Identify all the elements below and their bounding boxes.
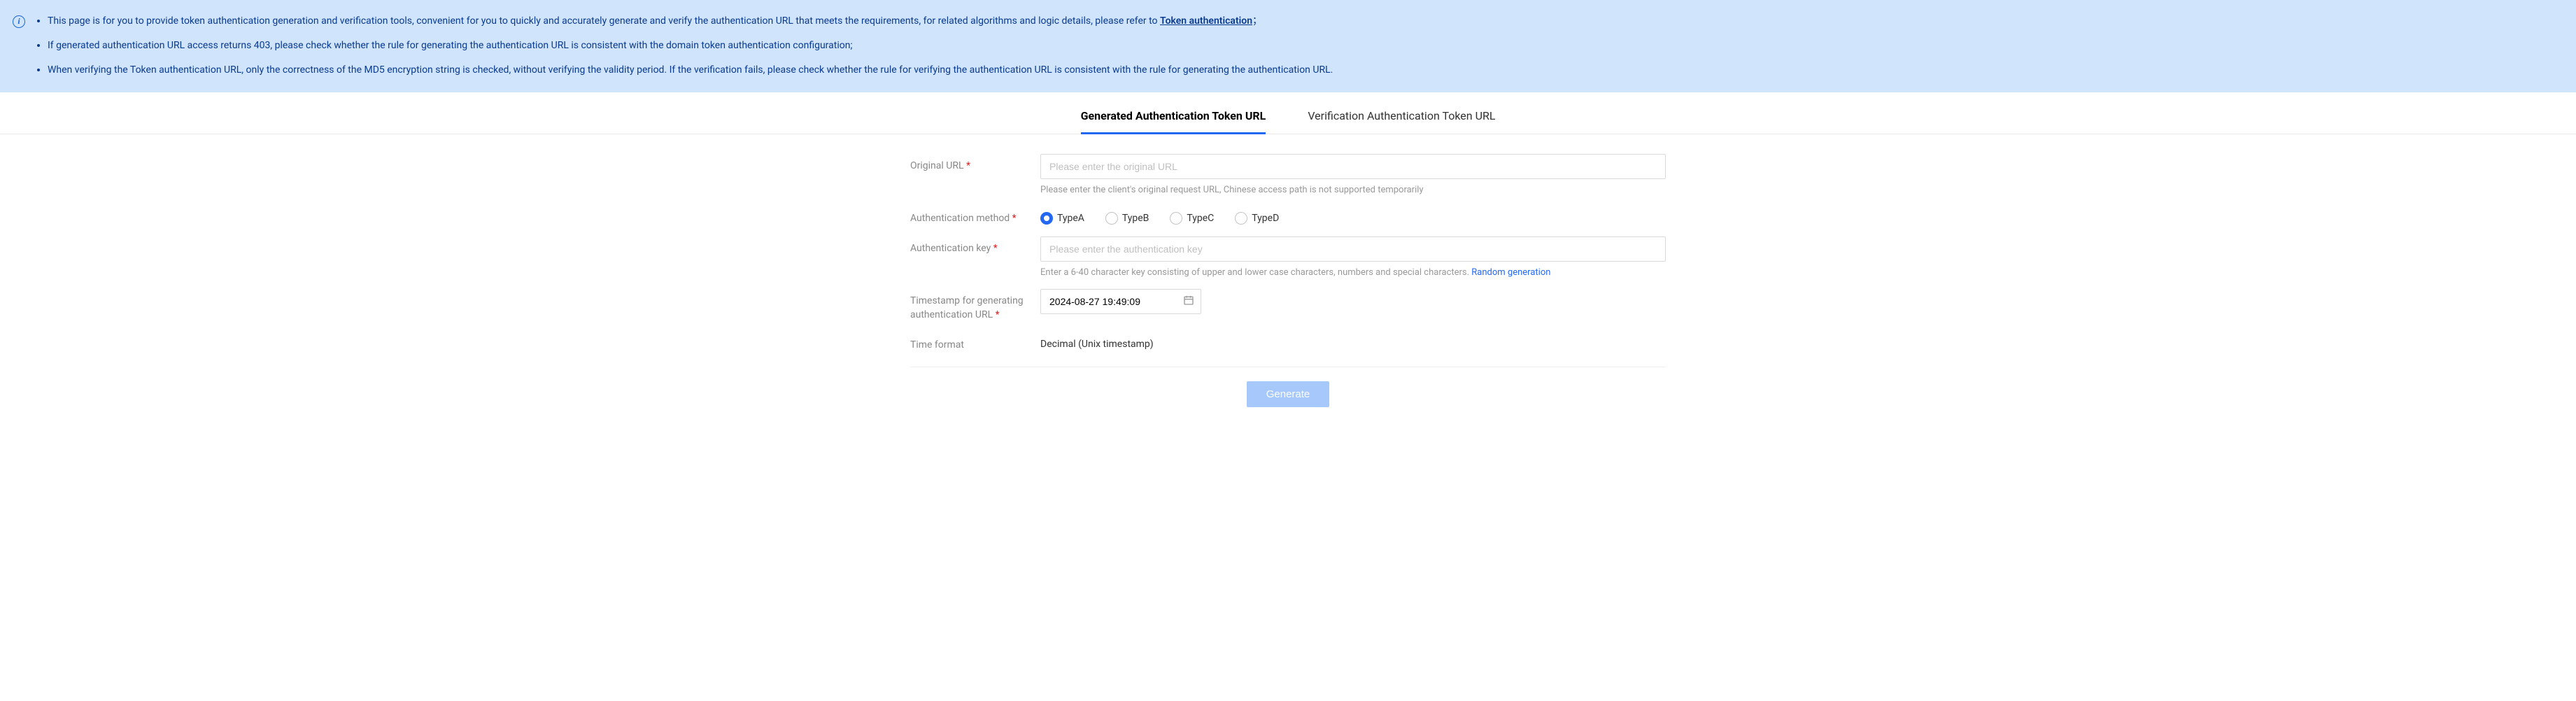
radio-type-a[interactable]: TypeA bbox=[1040, 212, 1084, 225]
radio-label: TypeB bbox=[1122, 213, 1149, 224]
time-format-label: Time format bbox=[910, 333, 1040, 353]
timestamp-label: Timestamp for generating authentication … bbox=[910, 289, 1040, 322]
radio-type-d[interactable]: TypeD bbox=[1235, 212, 1279, 225]
hint-text: Enter a 6-40 character key consisting of… bbox=[1040, 267, 1471, 278]
radio-label: TypeD bbox=[1252, 213, 1279, 224]
tab-verify[interactable]: Verification Authentication Token URL bbox=[1308, 99, 1495, 134]
random-generation-link[interactable]: Random generation bbox=[1471, 267, 1550, 278]
original-url-hint: Please enter the client's original reque… bbox=[1040, 185, 1666, 195]
auth-method-label: Authentication method bbox=[910, 206, 1040, 226]
radio-icon bbox=[1235, 212, 1247, 225]
original-url-input[interactable] bbox=[1040, 154, 1666, 179]
auth-key-hint: Enter a 6-40 character key consisting of… bbox=[1040, 267, 1666, 278]
radio-label: TypeA bbox=[1057, 213, 1084, 224]
info-bullet: This page is for you to provide token au… bbox=[48, 13, 2562, 30]
info-text: ； bbox=[1252, 15, 1262, 27]
radio-icon bbox=[1170, 212, 1182, 225]
timestamp-input[interactable] bbox=[1040, 289, 1201, 314]
radio-label: TypeC bbox=[1187, 213, 1214, 224]
auth-key-input[interactable] bbox=[1040, 236, 1666, 262]
original-url-label: Original URL bbox=[910, 154, 1040, 174]
radio-type-c[interactable]: TypeC bbox=[1170, 212, 1214, 225]
radio-icon bbox=[1040, 212, 1053, 225]
auth-key-label: Authentication key bbox=[910, 236, 1040, 256]
tabs-bar: Generated Authentication Token URL Verif… bbox=[0, 99, 2576, 134]
time-format-value: Decimal (Unix timestamp) bbox=[1040, 333, 1666, 350]
info-bullet: If generated authentication URL access r… bbox=[48, 37, 2562, 55]
auth-method-radio-group: TypeA TypeB TypeC TypeD bbox=[1040, 206, 1666, 225]
info-icon: i bbox=[13, 15, 25, 28]
generate-button[interactable]: Generate bbox=[1247, 381, 1330, 407]
info-bullet: When verifying the Token authentication … bbox=[48, 62, 2562, 79]
radio-type-b[interactable]: TypeB bbox=[1105, 212, 1149, 225]
form-container: Original URL Please enter the client's o… bbox=[896, 148, 1680, 421]
token-auth-link[interactable]: Token authentication bbox=[1160, 15, 1252, 27]
info-text: This page is for you to provide token au… bbox=[48, 15, 1160, 27]
info-banner: i This page is for you to provide token … bbox=[0, 0, 2576, 92]
radio-icon bbox=[1105, 212, 1118, 225]
tab-generate[interactable]: Generated Authentication Token URL bbox=[1081, 99, 1266, 134]
